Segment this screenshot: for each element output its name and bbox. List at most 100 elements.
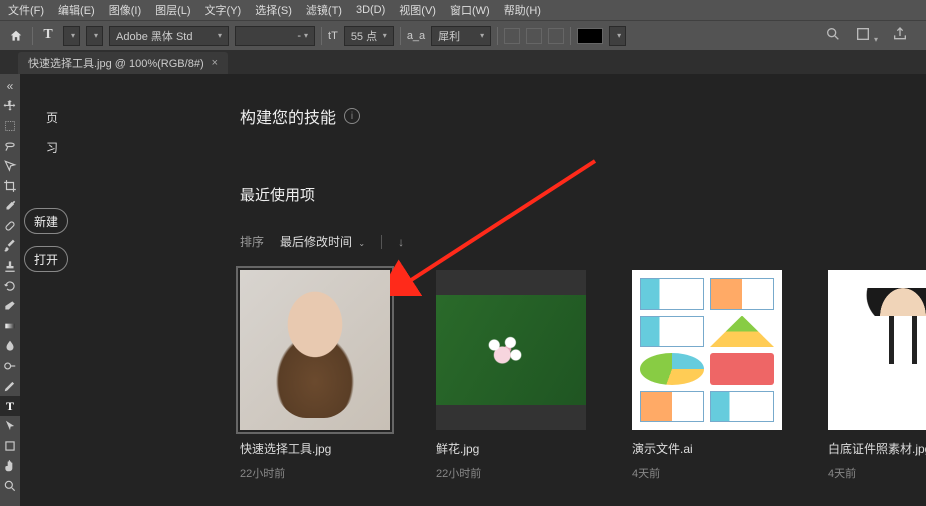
open-button[interactable]: 打开 xyxy=(24,246,68,272)
type-tool-icon[interactable]: T xyxy=(0,396,20,416)
menu-image[interactable]: 图像(I) xyxy=(109,2,141,18)
antialias-dropdown[interactable]: 犀利▾ xyxy=(431,26,491,46)
nav-home[interactable]: 页 xyxy=(20,104,68,130)
file-name: 鲜花.jpg xyxy=(436,440,586,457)
home-icon[interactable] xyxy=(6,26,26,46)
zoom-tool-icon[interactable] xyxy=(0,476,20,496)
recent-file-card[interactable]: 演示文件.ai 4天前 xyxy=(632,270,782,481)
nav-learn[interactable]: 习 xyxy=(20,134,68,160)
align-center-icon[interactable] xyxy=(526,28,542,44)
font-family-dropdown[interactable]: Adobe 黑体 Std▾ xyxy=(109,26,229,46)
stamp-tool-icon[interactable] xyxy=(0,256,20,276)
home-nav: 页 习 新建 打开 xyxy=(20,104,68,272)
font-family-value: Adobe 黑体 Std xyxy=(116,28,192,44)
file-time: 4天前 xyxy=(632,465,782,481)
type-tool-icon[interactable]: T xyxy=(39,27,57,45)
file-time: 22小时前 xyxy=(240,465,390,481)
blur-tool-icon[interactable] xyxy=(0,336,20,356)
marquee-tool-icon[interactable] xyxy=(0,116,20,136)
eyedropper-tool-icon[interactable] xyxy=(0,196,20,216)
file-time: 22小时前 xyxy=(436,465,586,481)
menu-view[interactable]: 视图(V) xyxy=(399,2,436,18)
headline-row: 构建您的技能 i xyxy=(240,104,926,128)
healing-tool-icon[interactable] xyxy=(0,216,20,236)
recent-file-card[interactable]: 白底证件照素材.jpg 4天前 xyxy=(828,270,926,481)
divider xyxy=(32,27,33,45)
align-right-icon[interactable] xyxy=(548,28,564,44)
pen-tool-icon[interactable] xyxy=(0,376,20,396)
options-bar: T ▾ ▾ Adobe 黑体 Std▾ -▾ tT 55 点▾ a_a 犀利▾ … xyxy=(0,20,926,50)
quick-select-tool-icon[interactable] xyxy=(0,156,20,176)
recent-file-card[interactable]: 快速选择工具.jpg 22小时前 xyxy=(240,270,390,481)
divider xyxy=(381,235,382,249)
divider xyxy=(321,27,322,45)
share-icon[interactable] xyxy=(892,26,908,45)
recent-section: 最近使用项 排序 最后修改时间 ⌄ ↓ 快速选择工具.jpg 22小时前 鲜花.… xyxy=(240,184,926,481)
menu-edit[interactable]: 编辑(E) xyxy=(58,2,95,18)
collapse-icon[interactable]: « xyxy=(0,76,20,96)
warp-text-button[interactable]: ▾ xyxy=(609,26,626,46)
file-name: 白底证件照素材.jpg xyxy=(828,440,926,457)
tt-icon[interactable]: tT xyxy=(328,30,338,42)
menu-select[interactable]: 选择(S) xyxy=(255,2,292,18)
thumbnail xyxy=(828,270,926,430)
recent-title: 最近使用项 xyxy=(240,184,926,205)
antialias-value: 犀利 xyxy=(438,28,460,44)
gradient-tool-icon[interactable] xyxy=(0,316,20,336)
workspace: « T 页 习 新建 打开 构建您的技能 i 最近使 xyxy=(0,74,926,506)
thumbnail xyxy=(632,270,782,430)
font-style-dropdown[interactable]: -▾ xyxy=(235,26,315,46)
search-icon[interactable] xyxy=(825,26,841,45)
tools-panel: « T xyxy=(0,74,20,506)
path-select-tool-icon[interactable] xyxy=(0,416,20,436)
divider xyxy=(497,27,498,45)
hand-tool-icon[interactable] xyxy=(0,456,20,476)
font-style-value: - xyxy=(297,30,301,42)
lasso-tool-icon[interactable] xyxy=(0,136,20,156)
aa-icon: a_a xyxy=(407,30,425,42)
move-tool-icon[interactable] xyxy=(0,96,20,116)
menu-window[interactable]: 窗口(W) xyxy=(450,2,490,18)
info-icon[interactable]: i xyxy=(344,108,360,124)
headline: 构建您的技能 xyxy=(240,104,336,128)
document-tab[interactable]: 快速选择工具.jpg @ 100%(RGB/8#) × xyxy=(18,52,228,74)
new-button[interactable]: 新建 xyxy=(24,208,68,234)
menu-3d[interactable]: 3D(D) xyxy=(356,4,385,16)
crop-tool-icon[interactable] xyxy=(0,176,20,196)
recent-grid: 快速选择工具.jpg 22小时前 鲜花.jpg 22小时前 xyxy=(240,270,926,481)
document-tab-bar: 快速选择工具.jpg @ 100%(RGB/8#) × xyxy=(0,50,926,74)
font-size-dropdown[interactable]: 55 点▾ xyxy=(344,26,394,46)
sort-direction-icon[interactable]: ↓ xyxy=(398,235,404,249)
recent-file-card[interactable]: 鲜花.jpg 22小时前 xyxy=(436,270,586,481)
sort-label: 排序 xyxy=(240,233,264,250)
menu-text[interactable]: 文字(Y) xyxy=(205,2,242,18)
document-tab-title: 快速选择工具.jpg @ 100%(RGB/8#) xyxy=(28,55,204,71)
menu-bar: 文件(F) 编辑(E) 图像(I) 图层(L) 文字(Y) 选择(S) 滤镜(T… xyxy=(0,0,926,20)
home-screen: 构建您的技能 i 最近使用项 排序 最后修改时间 ⌄ ↓ 快速选择工具.jpg … xyxy=(70,74,926,506)
menu-file[interactable]: 文件(F) xyxy=(8,2,44,18)
file-name: 快速选择工具.jpg xyxy=(240,440,390,457)
text-color-swatch[interactable] xyxy=(577,28,603,44)
sort-value: 最后修改时间 xyxy=(280,235,352,249)
menu-filter[interactable]: 滤镜(T) xyxy=(306,2,342,18)
workspace-controls: ▾ xyxy=(825,26,920,45)
divider xyxy=(570,27,571,45)
eraser-tool-icon[interactable] xyxy=(0,296,20,316)
align-left-icon[interactable] xyxy=(504,28,520,44)
shape-tool-icon[interactable] xyxy=(0,436,20,456)
thumbnail xyxy=(240,270,390,430)
arrange-icon[interactable]: ▾ xyxy=(855,26,878,45)
file-time: 4天前 xyxy=(828,465,926,481)
dodge-tool-icon[interactable] xyxy=(0,356,20,376)
divider xyxy=(400,27,401,45)
close-icon[interactable]: × xyxy=(212,57,218,69)
thumbnail xyxy=(436,270,586,430)
history-brush-tool-icon[interactable] xyxy=(0,276,20,296)
sort-row: 排序 最后修改时间 ⌄ ↓ xyxy=(240,233,926,250)
tool-preset-dropdown[interactable]: ▾ xyxy=(63,26,80,46)
menu-help[interactable]: 帮助(H) xyxy=(504,2,541,18)
menu-layer[interactable]: 图层(L) xyxy=(155,2,190,18)
orientation-dropdown[interactable]: ▾ xyxy=(86,26,103,46)
sort-dropdown[interactable]: 最后修改时间 ⌄ xyxy=(280,233,365,250)
brush-tool-icon[interactable] xyxy=(0,236,20,256)
